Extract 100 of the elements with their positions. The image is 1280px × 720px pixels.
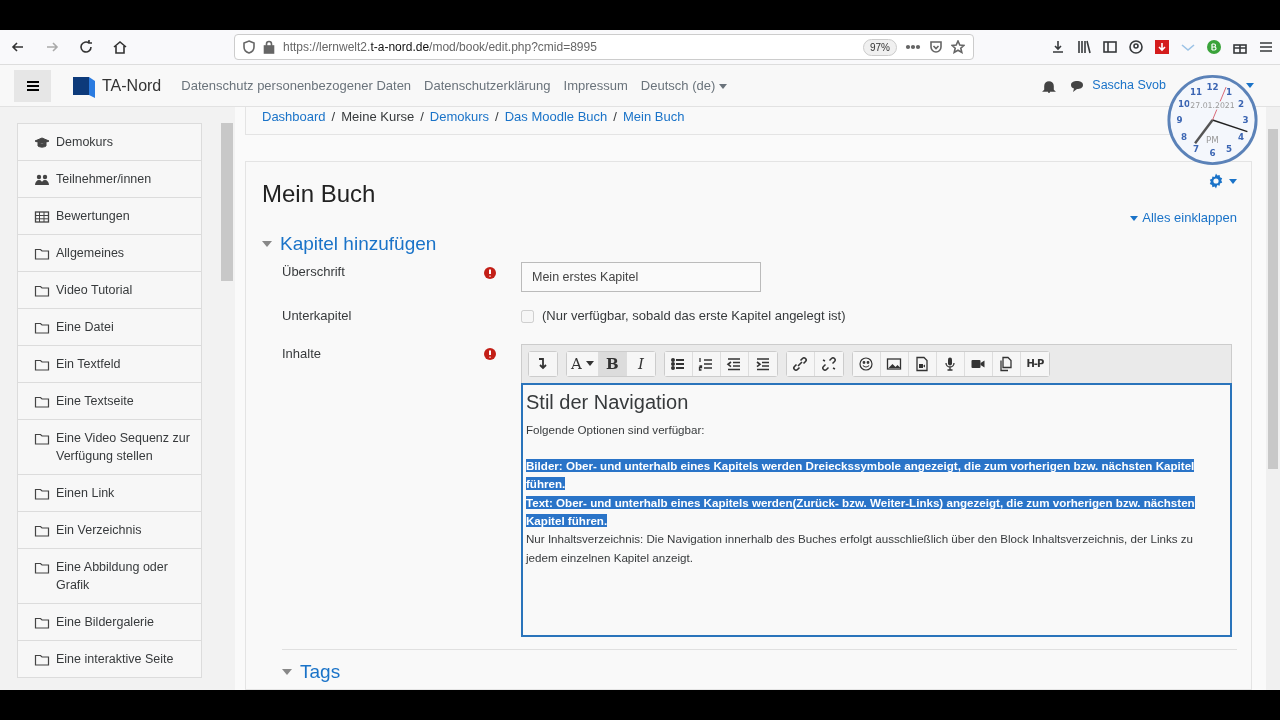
toolbar-button[interactable]: [786, 351, 815, 376]
nav-link[interactable]: Datenschutzerklärung: [424, 75, 551, 96]
nav-link[interactable]: Datenschutz personenbezogener Daten: [181, 75, 412, 96]
clock-numeral: 2: [1237, 98, 1244, 109]
sidebar-item-label[interactable]: Video Tutorial: [56, 281, 133, 299]
sidebar-item[interactable]: Demokurs: [17, 123, 202, 161]
brand-name[interactable]: TA-Nord: [102, 73, 162, 98]
sidebar-item-label[interactable]: Eine Bildergalerie: [56, 613, 154, 631]
sidebar-item-label[interactable]: Ein Verzeichnis: [56, 521, 142, 539]
sidebar-item-label[interactable]: Einen Link: [56, 484, 115, 502]
toolbar-button[interactable]: [852, 351, 881, 376]
menu-button[interactable]: [14, 69, 51, 102]
content-heading: Stil der Navigation: [526, 389, 690, 415]
settings-icon[interactable]: [1207, 171, 1225, 190]
address-bar[interactable]: https://lernwelt2.t-a-nord.de/mod/book/edit.php?cmid=8995 97%: [234, 34, 974, 60]
b-plus-icon[interactable]: [1206, 39, 1222, 55]
toolbar-button[interactable]: [664, 351, 693, 376]
lock-icon: [263, 40, 275, 54]
sidebar-item[interactable]: Eine Abbildung oder Grafik: [17, 549, 202, 604]
content-paragraph: Bilder: Ober- und unterhalb eines Kapitels werden Dreieckssymbole angezeigt, die zum vorherigen bzw. nächsten Kapitel führen.: [526, 458, 1196, 493]
numbered-list-icon: [698, 355, 715, 372]
language-menu[interactable]: Deutsch (de): [640, 75, 727, 96]
section-title[interactable]: Kapitel hinzufügen: [280, 229, 437, 259]
pocket-icon[interactable]: [929, 40, 943, 54]
folder-icon: [34, 486, 50, 502]
table-icon: [34, 209, 50, 225]
clock-numeral: 10: [1177, 98, 1191, 109]
library-icon[interactable]: [1076, 39, 1092, 55]
bulleted-list-icon: [670, 355, 687, 372]
field-label: Unterkapitel: [281, 307, 353, 326]
required-icon: [483, 265, 497, 280]
breadcrumb-item[interactable]: Mein Buch: [622, 107, 685, 127]
clock-numeral: 1: [1225, 86, 1232, 97]
sidebar-item-label[interactable]: Eine Datei: [56, 318, 114, 336]
folder-icon: [34, 431, 50, 447]
content-paragraph: Text: Ober- und unterhalb eines Kapitels werden(Zurück- bzw. Weiter-Links) angezeigt, die zum vorherigen bzw. nächsten Kapitel führen.: [526, 494, 1196, 529]
menu-icon: [25, 79, 40, 92]
expanded-caret-icon[interactable]: [282, 669, 292, 676]
sidebar-item-label[interactable]: Eine Video Sequenz zur Verfügung stellen: [56, 429, 193, 465]
breadcrumb-separator: /: [331, 108, 336, 126]
toolbar-button[interactable]: B: [598, 351, 627, 376]
checkbox-label: (Nur verfügbar, sobald das erste Kapitel angelegt ist): [542, 307, 846, 326]
folder-icon: [34, 357, 50, 373]
sidebar-item[interactable]: Eine Textseite: [17, 383, 202, 420]
copy-icon: [998, 355, 1015, 372]
arrow-down-icon[interactable]: [1154, 39, 1170, 55]
sidebar-item-label[interactable]: Ein Textfeld: [56, 355, 121, 373]
sidebar-item[interactable]: Eine Bildergalerie: [17, 604, 202, 641]
clock-period: PM: [1206, 135, 1219, 146]
folder-icon: [34, 652, 50, 668]
zoom-level[interactable]: 97%: [863, 38, 897, 56]
clock-numeral: 12: [1206, 82, 1219, 93]
sidebar-item[interactable]: Ein Textfeld: [17, 346, 202, 383]
text-field[interactable]: Mein erstes Kapitel: [521, 262, 761, 293]
sidebar-item[interactable]: Eine Datei: [17, 309, 202, 346]
bell-icon[interactable]: [1042, 78, 1057, 93]
star-icon[interactable]: [951, 40, 965, 54]
field-label: Überschrift: [281, 263, 346, 282]
clock-numeral: 5: [1225, 143, 1232, 154]
sidebar-item[interactable]: Ein Verzeichnis: [17, 512, 202, 549]
sidebar-item-label[interactable]: Eine Abbildung oder Grafik: [56, 558, 193, 594]
folder-icon: [34, 246, 50, 262]
expanded-caret-icon[interactable]: [262, 241, 272, 248]
section-title[interactable]: Tags: [300, 657, 341, 687]
scrollbar-thumb[interactable]: [221, 123, 233, 281]
sidebar-item[interactable]: Bewertungen: [17, 198, 202, 235]
indent-icon: [754, 355, 771, 372]
sidebar-item-label[interactable]: Teilnehmer/innen: [56, 170, 152, 188]
breadcrumb-item[interactable]: Dashboard: [262, 107, 326, 127]
sidebar-item-label[interactable]: Eine Textseite: [56, 392, 134, 410]
user-menu[interactable]: Sascha Svob: [1092, 76, 1166, 95]
breadcrumb-item[interactable]: Demokurs: [429, 107, 490, 127]
sidebar-item-label[interactable]: Bewertungen: [56, 207, 130, 225]
menu-icon[interactable]: [1258, 39, 1274, 55]
sidebar-item-label[interactable]: Demokurs: [56, 133, 113, 151]
breadcrumb-item[interactable]: Das Moodle Buch: [504, 107, 608, 127]
sidebar-icon[interactable]: [1102, 39, 1118, 55]
folder-icon: [34, 560, 50, 576]
toolbar-button[interactable]: A: [567, 351, 599, 376]
sidebar-item[interactable]: Einen Link: [17, 475, 202, 512]
clock-numeral: 9: [1176, 115, 1183, 126]
content-paragraph: Folgende Optionen sind verfügbar:: [526, 421, 706, 438]
sidebar-item[interactable]: Video Tutorial: [17, 272, 202, 309]
sidebar-item[interactable]: Eine Video Sequenz zur Verfügung stellen: [17, 420, 202, 475]
url-text: https://lernwelt2.t-a-nord.de/mod/book/edit.php?cmid=8995: [283, 39, 598, 56]
sidebar-item[interactable]: Allgemeines: [17, 235, 202, 272]
toolbar-button[interactable]: [529, 351, 557, 376]
download-icon[interactable]: [1050, 39, 1066, 55]
sidebar-item[interactable]: Teilnehmer/innen: [17, 161, 202, 198]
editor-content[interactable]: [521, 382, 1232, 637]
chat-icon[interactable]: [1070, 78, 1085, 93]
folder-icon: [34, 523, 50, 539]
sidebar-item-label[interactable]: Allgemeines: [56, 244, 125, 262]
sidebar-item-label[interactable]: Eine interaktive Seite: [56, 650, 174, 668]
page-title: Mein Buch: [262, 179, 376, 209]
account-icon[interactable]: [1128, 39, 1144, 55]
collapse-all-link[interactable]: Alles einklappen: [1142, 208, 1237, 228]
sidebar-item[interactable]: Eine interaktive Seite: [17, 641, 202, 678]
nav-link[interactable]: Impressum: [563, 75, 628, 96]
scrollbar-thumb[interactable]: [1268, 129, 1278, 469]
